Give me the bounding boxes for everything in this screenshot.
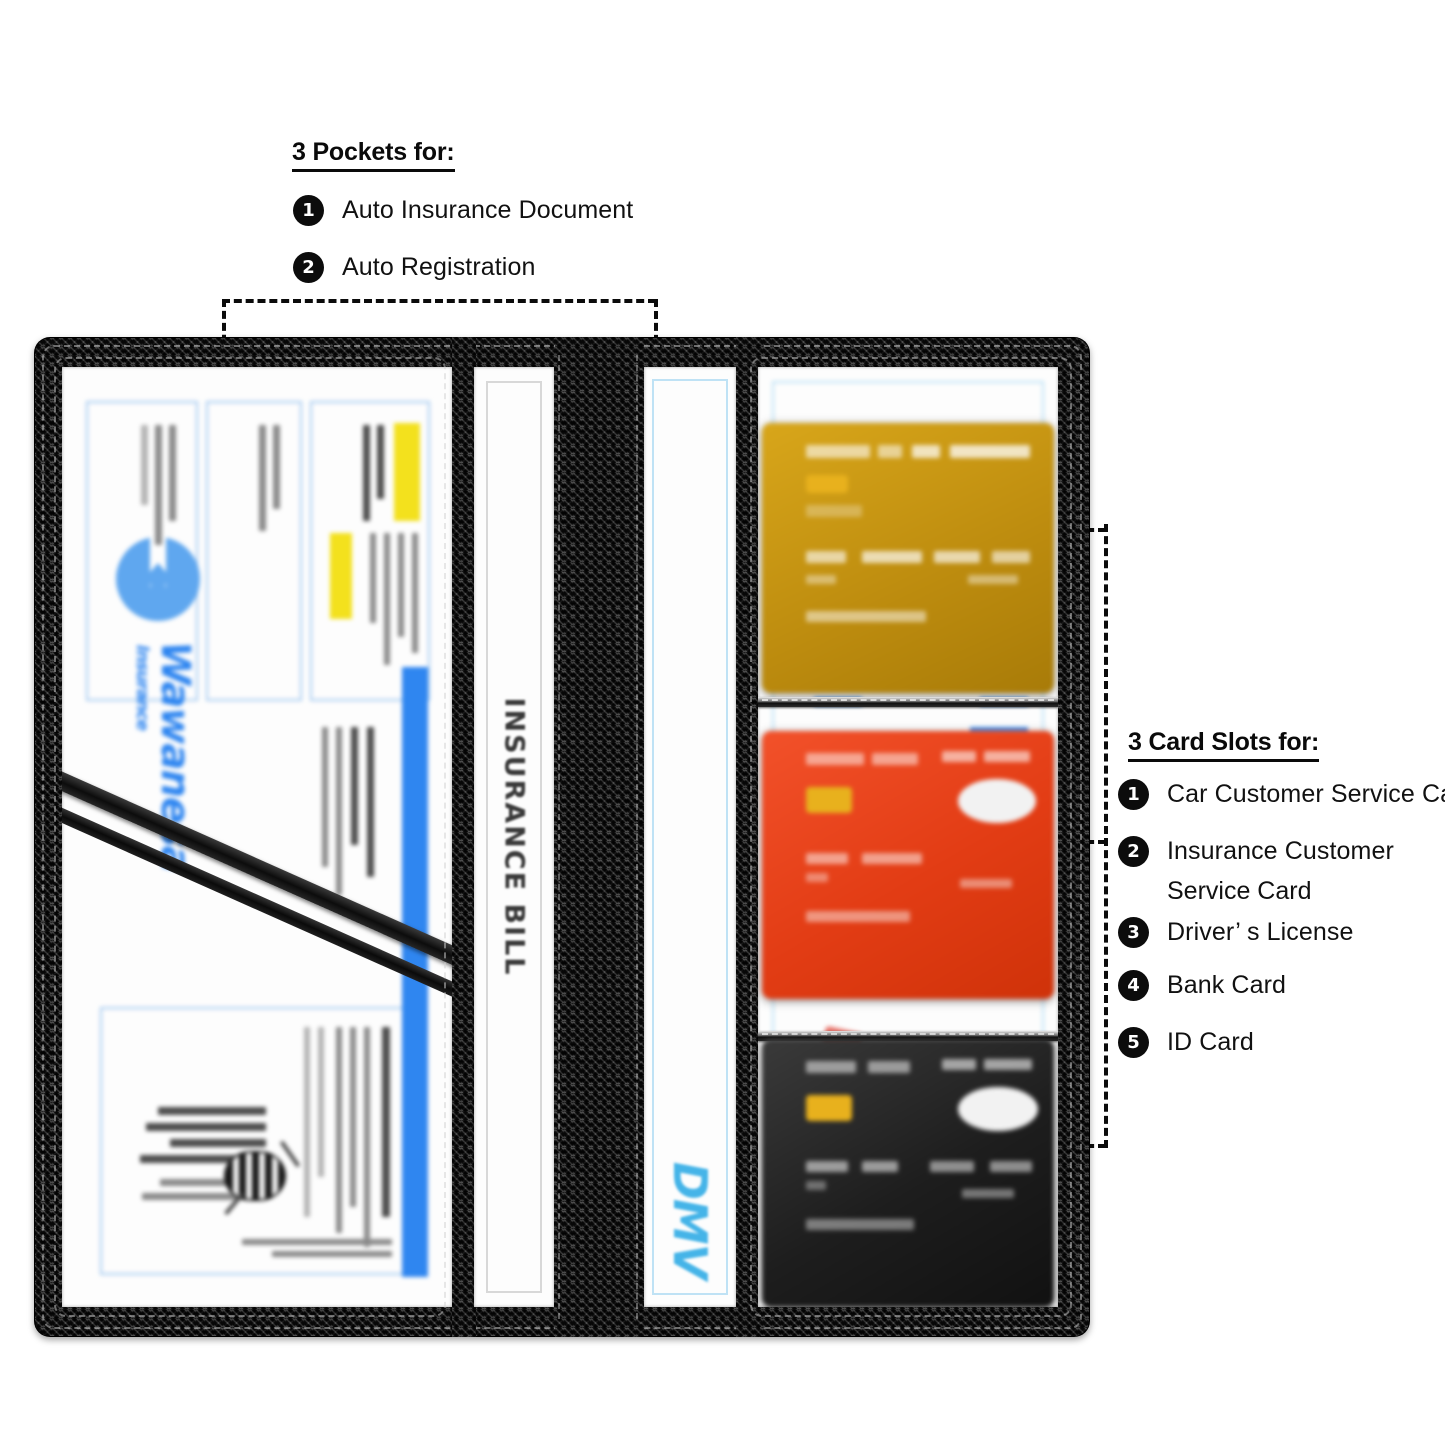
- cards-item-3-label: Driver’ s License: [1167, 918, 1354, 946]
- pocket-dmv-registration[interactable]: DMV: [644, 367, 736, 1307]
- cards-item-4-label: Bank Card: [1167, 971, 1287, 999]
- cards-item-2-label-line2: Service Card: [1167, 877, 1312, 905]
- leader-right-vertical: [1104, 524, 1108, 1148]
- doc-highlight-1: [394, 423, 420, 521]
- pockets-item-2-label: Auto Registration: [342, 253, 536, 281]
- doc-highlight-2: [330, 533, 352, 619]
- dmv-doc-frame: [652, 379, 728, 1295]
- cards-callout-item-3: 3 Driver’ s License: [1118, 917, 1353, 948]
- insurance-bill-spine-label: INSURANCE BILL: [498, 697, 530, 977]
- wallet-center-spine: [555, 337, 641, 1337]
- badge-number-4: 4: [1118, 970, 1149, 1001]
- badge-number-5: 5: [1118, 1027, 1149, 1058]
- card-slot-panel[interactable]: [758, 367, 1058, 1307]
- badge-number-2: 2: [293, 252, 324, 283]
- badge-number-2: 2: [1118, 836, 1149, 867]
- pockets-callout-heading: 3 Pockets for:: [292, 138, 455, 172]
- card-black[interactable]: [762, 1039, 1054, 1307]
- badge-number-1: 1: [1118, 779, 1149, 810]
- doc-box-left: [206, 401, 302, 701]
- card-gold[interactable]: [762, 423, 1054, 693]
- pockets-callout-item-2: 2 Auto Registration: [293, 252, 535, 283]
- cards-callout-item-1: 1 Car Customer Service Card: [1118, 779, 1445, 810]
- bee-emblem: [226, 1153, 284, 1199]
- pockets-callout-item-1: 1 Auto Insurance Document: [293, 195, 633, 226]
- leader-top-bracket: [222, 299, 656, 303]
- cards-item-1-label: Car Customer Service Card: [1167, 780, 1445, 808]
- wallet-divider-strip: [736, 337, 760, 1337]
- cards-callout-item-5: 5 ID Card: [1118, 1027, 1254, 1058]
- badge-number-1: 1: [293, 195, 324, 226]
- wallet-divider-strip-2: [452, 337, 476, 1337]
- cards-item-5-label: ID Card: [1167, 1028, 1254, 1056]
- document-wallet[interactable]: Wawanesa Insurance INSURANCE BILL DMV: [34, 337, 1090, 1337]
- cards-callout-item-2: 2 Insurance Customer: [1118, 836, 1394, 867]
- card-red[interactable]: [762, 731, 1054, 999]
- cards-callout-item-4: 4 Bank Card: [1118, 970, 1286, 1001]
- wawanesa-brand-sub: Insurance: [132, 645, 152, 731]
- cards-item-2-label: Insurance Customer: [1167, 837, 1394, 865]
- pockets-item-1-label: Auto Insurance Document: [342, 196, 634, 224]
- cards-callout-heading: 3 Card Slots for:: [1128, 728, 1319, 762]
- doc-accent-bar-2: [402, 667, 428, 827]
- badge-number-3: 3: [1118, 917, 1149, 948]
- dmv-label: DMV: [663, 1161, 717, 1279]
- pocket-auto-insurance-document[interactable]: Wawanesa Insurance: [62, 367, 452, 1307]
- card-slot-edge-1: [758, 697, 1058, 707]
- pocket-auto-registration[interactable]: INSURANCE BILL: [474, 367, 554, 1307]
